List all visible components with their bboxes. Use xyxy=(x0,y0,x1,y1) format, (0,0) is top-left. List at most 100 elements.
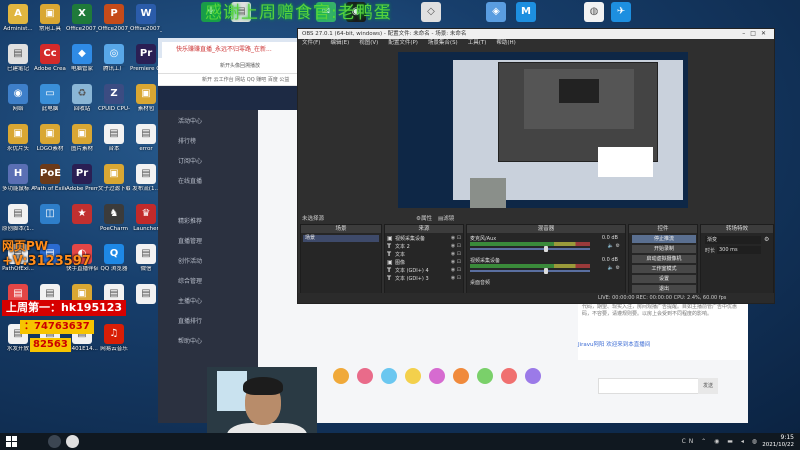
gift-icon[interactable] xyxy=(477,368,493,384)
sidebar-item[interactable]: 活动中心 xyxy=(178,116,202,125)
gift-icon[interactable] xyxy=(429,368,445,384)
menu-item[interactable]: 配置文件(P) xyxy=(388,40,418,46)
properties-button[interactable]: ⚙属性 xyxy=(416,214,432,222)
desktop-shortcut[interactable]: ▣ 图片素材 xyxy=(66,124,98,153)
desktop-shortcut[interactable]: ▤ 原创脚本(1... xyxy=(2,204,34,233)
desktop-shortcut[interactable]: ♫ 网易云音乐 xyxy=(98,324,130,353)
speaker-gear-icons[interactable]: 🔈 ⚙ xyxy=(608,265,620,271)
gift-icon[interactable] xyxy=(333,368,349,384)
browser-tab[interactable]: 快乐赚赚直播_永远不归零路_在新... xyxy=(162,42,302,58)
source-item[interactable]: T 文本 ◉ ⊡ xyxy=(387,251,463,258)
maximize-icon[interactable]: □ xyxy=(750,30,761,37)
desktop-shortcut[interactable]: ◎ 腾讯工厂 xyxy=(98,44,130,73)
desktop-shortcut[interactable]: X Office2007_Excel xyxy=(66,4,98,33)
clock-time[interactable]: 9:15 xyxy=(781,434,794,441)
menu-item[interactable]: 编辑(E) xyxy=(330,40,349,46)
gift-icon[interactable] xyxy=(405,368,421,384)
eye-lock-icons[interactable]: ◉ ⊡ xyxy=(451,251,461,258)
obs-window[interactable]: OBS 27.0.1 (64-bit, windows) - 配置文件: 未命名… xyxy=(297,28,775,304)
desktop-shortcut[interactable]: ♻ 回收站 xyxy=(66,84,98,113)
obs-preview-area[interactable] xyxy=(298,48,774,212)
control-button[interactable]: 退出 xyxy=(632,285,696,293)
transition-select[interactable]: 渐变 xyxy=(705,236,761,244)
menu-item[interactable]: 工具(T) xyxy=(468,40,487,46)
slider-handle[interactable] xyxy=(544,268,549,274)
control-button[interactable]: 设置 xyxy=(632,275,696,283)
desktop-shortcut[interactable]: ◈ xyxy=(480,2,512,24)
sidebar-item[interactable]: 创作活动 xyxy=(178,256,202,265)
source-item[interactable]: T 文本 2 ◉ ⊡ xyxy=(387,243,463,250)
desktop-shortcut[interactable]: ◆ 电脑管家 xyxy=(66,44,98,73)
filters-button[interactable]: ▤滤镜 xyxy=(438,214,454,222)
gift-bar[interactable] xyxy=(333,368,583,390)
send-button[interactable]: 发送 xyxy=(698,378,718,394)
eye-lock-icons[interactable]: ◉ ⊡ xyxy=(451,243,461,250)
control-button[interactable]: 开始录制 xyxy=(632,245,696,253)
control-button[interactable]: 启动虚拟摄像机 xyxy=(632,255,696,263)
desktop-shortcut[interactable]: ◉ 网络 xyxy=(2,84,34,113)
desktop-shortcut[interactable]: ▣ 文子过滤下载 3.14.0(1... xyxy=(98,164,130,193)
source-item[interactable]: T 文本 (GDI+) 4 ◉ ⊡ xyxy=(387,267,463,274)
browser-url[interactable]: 新开头像回溯播放 xyxy=(220,61,292,71)
slider-handle[interactable] xyxy=(544,246,549,252)
menu-item[interactable]: 文件(F) xyxy=(302,40,320,46)
menu-item[interactable]: 视图(V) xyxy=(359,40,378,46)
control-button[interactable]: 停止推流 xyxy=(632,235,696,243)
desktop-shortcut[interactable]: ▣ LOGO素材 xyxy=(34,124,66,153)
menu-item[interactable]: 场景集合(S) xyxy=(428,40,458,46)
window-controls[interactable]: –□✕ xyxy=(742,29,771,39)
desktop-shortcut[interactable]: ◇ xyxy=(415,2,447,24)
desktop-shortcut[interactable]: ★ xyxy=(66,204,98,226)
sidebar-item[interactable]: 在线直播 xyxy=(178,176,202,185)
duration-input[interactable]: 300 ms xyxy=(717,246,761,254)
gift-icon[interactable] xyxy=(357,368,373,384)
scene-item[interactable]: 场景 xyxy=(303,235,379,242)
desktop-shortcut[interactable]: ▭ 此电脑 xyxy=(34,84,66,113)
system-tray[interactable]: CN ⌃ ◉ ▬ ◂ ◍ xyxy=(682,435,760,448)
desktop-shortcut[interactable]: PoE Path of Exile xyxy=(34,164,66,193)
eye-lock-icons[interactable]: ◉ ⊡ xyxy=(451,259,461,266)
desktop-shortcut[interactable]: ▤ 已建笔记 xyxy=(2,44,34,73)
sidebar-item[interactable]: 综合管理 xyxy=(178,276,202,285)
gift-icon[interactable] xyxy=(525,368,541,384)
desktop-shortcut[interactable]: Z CPUID CPU-Z xyxy=(98,84,130,113)
desktop-shortcut[interactable]: ✈ xyxy=(605,2,637,24)
eye-lock-icons[interactable]: ◉ ⊡ xyxy=(451,267,461,274)
desktop-shortcut[interactable]: Pr Adobe Premie... xyxy=(66,164,98,193)
desktop-shortcut[interactable]: ♞ PoeCharm xyxy=(98,204,130,233)
eye-lock-icons[interactable]: ◉ ⊡ xyxy=(451,235,461,242)
preview-canvas[interactable] xyxy=(398,52,688,208)
gift-icon[interactable] xyxy=(381,368,397,384)
source-item[interactable]: ▣ 图像 ◉ ⊡ xyxy=(387,259,463,266)
volume-slider[interactable] xyxy=(470,246,590,252)
desktop-shortcut[interactable]: Cc Adobe Creati... xyxy=(34,44,66,73)
sidebar-item[interactable]: 订阅中心 xyxy=(178,156,202,165)
source-item[interactable]: T 文本 (GDI+) 3 ◉ ⊡ xyxy=(387,275,463,282)
menu-item[interactable]: 帮助(H) xyxy=(496,40,515,46)
volume-slider[interactable] xyxy=(470,268,590,274)
clock-date[interactable]: 2021/10/22 xyxy=(762,442,794,448)
desktop-shortcut[interactable]: A Administ... xyxy=(2,4,34,33)
app-icon[interactable] xyxy=(66,435,79,448)
desktop-shortcut[interactable]: W Office2007_文档 xyxy=(130,4,162,33)
sidebar-item[interactable]: 直播排行 xyxy=(178,316,202,325)
control-button[interactable]: 工作室模式 xyxy=(632,265,696,273)
desktop-shortcut[interactable]: M xyxy=(510,2,542,24)
sidebar-item[interactable]: 直播管理 xyxy=(178,236,202,245)
speaker-gear-icons[interactable]: 🔈 ⚙ xyxy=(608,243,620,249)
sidebar-item[interactable]: 精彩推荐 xyxy=(178,216,202,225)
desktop-shortcut[interactable]: ▣ 永优片头 xyxy=(2,124,34,153)
desktop-shortcut[interactable]: ◫ xyxy=(34,204,66,226)
source-item[interactable]: ▣ 视频采集设备 ◉ ⊡ xyxy=(387,235,463,242)
desktop-shortcut[interactable]: ▣ 常用工具 xyxy=(34,4,66,33)
gift-icon[interactable] xyxy=(501,368,517,384)
eye-lock-icons[interactable]: ◉ ⊡ xyxy=(451,275,461,282)
close-icon[interactable]: ✕ xyxy=(761,30,771,37)
desktop-shortcut[interactable]: H 多功能鼠标 AHK xyxy=(2,164,34,193)
sidebar-item[interactable]: 帮助中心 xyxy=(178,336,202,345)
sidebar-item[interactable]: 排行榜 xyxy=(178,136,196,145)
transition-gear-icon[interactable]: ⚙ xyxy=(764,236,769,243)
task-view-icon[interactable] xyxy=(48,435,61,448)
sidebar-item[interactable]: 主播中心 xyxy=(178,296,202,305)
desktop-shortcut[interactable]: P Office2007_PPT xyxy=(98,4,130,33)
